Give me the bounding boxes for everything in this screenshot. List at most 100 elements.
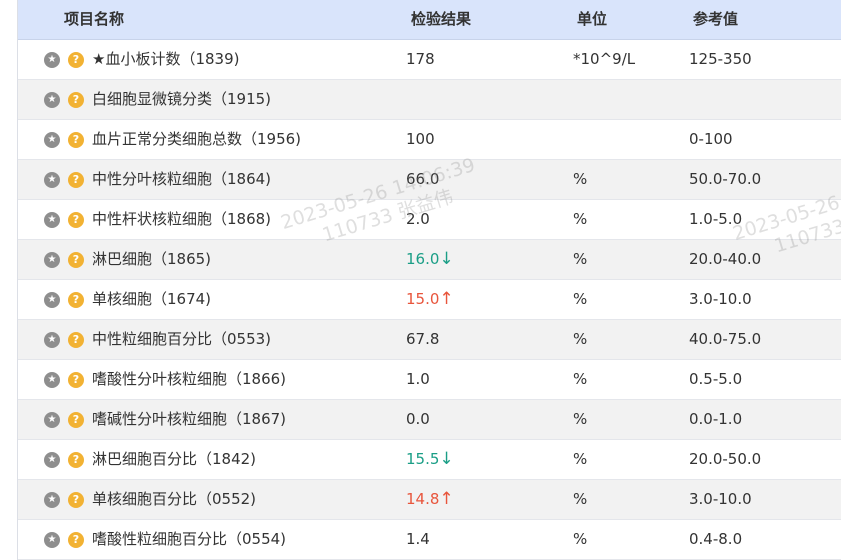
item-name: 中性粒细胞百分比（0553) [92,330,272,348]
result-value: 15.0↑ [406,280,454,319]
star-icon[interactable]: ★ [44,452,60,468]
item-name: 嗜酸性分叶核粒细胞（1866) [92,370,287,388]
result-number: 67.8 [406,330,440,348]
reference-range: 20.0-50.0 [689,450,762,468]
table-row: ★? 嗜酸性分叶核粒细胞（1866) 1.0% 0.5-5.0 [18,360,841,400]
table-header: 项目名称 检验结果 单位 参考值 [18,0,841,40]
result-value: 16.0↓ [406,240,454,279]
question-mark-icon[interactable]: ? [68,292,84,308]
item-name: 淋巴细胞百分比（1842) [92,450,257,468]
star-icon[interactable]: ★ [44,52,60,68]
result-number: 66.0 [406,170,440,188]
result-number: 100 [406,130,435,148]
unit-value: % [573,530,588,548]
item-name: 嗜酸性粒细胞百分比（0554) [92,530,287,548]
result-number: 15.5 [406,450,440,468]
result-value: 0.0 [406,400,430,439]
result-number: 0.0 [406,410,430,428]
arrow-up-icon: ↑ [439,289,454,309]
table-row: ★? 淋巴细胞百分比（1842) 15.5↓% 20.0-50.0 [18,440,841,480]
header-result: 检验结果 [411,10,472,28]
item-name: 中性杆状核粒细胞（1868) [92,210,272,228]
table-row: ★? 单核细胞百分比（0552) 14.8↑% 3.0-10.0 [18,480,841,520]
unit-value: % [573,210,588,228]
result-number: 2.0 [406,210,430,228]
unit-value: % [573,370,588,388]
reference-range: 50.0-70.0 [689,170,762,188]
question-mark-icon[interactable]: ? [68,172,84,188]
star-icon[interactable]: ★ [44,172,60,188]
reference-range: 0-100 [689,130,733,148]
reference-range: 0.4-8.0 [689,530,743,548]
star-icon[interactable]: ★ [44,132,60,148]
item-name: 淋巴细胞（1865) [92,250,212,268]
question-mark-icon[interactable]: ? [68,412,84,428]
unit-value: % [573,490,588,508]
question-mark-icon[interactable]: ? [68,132,84,148]
star-icon[interactable]: ★ [44,492,60,508]
item-name: ★血小板计数（1839) [92,50,240,68]
lab-results-table: 项目名称 检验结果 单位 参考值 ★? ★血小板计数（1839) 178 *10^9/… [17,0,841,560]
star-icon[interactable]: ★ [44,292,60,308]
table-row: ★? 中性分叶核粒细胞（1864) 66.0% 50.0-70.0 [18,160,841,200]
question-mark-icon[interactable]: ? [68,252,84,268]
table-row: ★? 中性杆状核粒细胞（1868) 2.0% 1.0-5.0 [18,200,841,240]
result-value: 1.4 [406,520,430,559]
table-row: ★? 嗜碱性分叶核粒细胞（1867) 0.0% 0.0-1.0 [18,400,841,440]
arrow-down-icon: ↓ [439,449,454,469]
result-value: 66.0 [406,160,439,199]
question-mark-icon[interactable]: ? [68,92,84,108]
table-row: ★? 单核细胞（1674) 15.0↑% 3.0-10.0 [18,280,841,320]
star-icon[interactable]: ★ [44,412,60,428]
star-icon[interactable]: ★ [44,252,60,268]
reference-range: 3.0-10.0 [689,290,752,308]
unit-value: % [573,450,588,468]
result-value: 178 [406,40,435,79]
header-reference: 参考值 [693,10,739,28]
star-icon[interactable]: ★ [44,372,60,388]
question-mark-icon[interactable]: ? [68,452,84,468]
question-mark-icon[interactable]: ? [68,532,84,548]
question-mark-icon[interactable]: ? [68,492,84,508]
star-icon[interactable]: ★ [44,332,60,348]
result-value: 14.8↑ [406,480,454,519]
result-value: 1.0 [406,360,430,399]
question-mark-icon[interactable]: ? [68,212,84,228]
result-value: 15.5↓ [406,440,454,479]
item-name: 单核细胞百分比（0552) [92,490,257,508]
header-item-name: 项目名称 [64,10,125,28]
table-row: ★? 淋巴细胞（1865) 16.0↓% 20.0-40.0 [18,240,841,280]
unit-value: *10^9/L [573,50,636,68]
question-mark-icon[interactable]: ? [68,332,84,348]
unit-value: % [573,250,588,268]
reference-range: 40.0-75.0 [689,330,762,348]
unit-value: % [573,330,588,348]
star-icon[interactable]: ★ [44,532,60,548]
item-name: 中性分叶核粒细胞（1864) [92,170,272,188]
item-name: 白细胞显微镜分类（1915) [92,90,272,108]
question-mark-icon[interactable]: ? [68,52,84,68]
reference-range: 0.5-5.0 [689,370,743,388]
table-row: ★? 白细胞显微镜分类（1915) [18,80,841,120]
result-value: 2.0 [406,200,430,239]
item-name: 血片正常分类细胞总数（1956) [92,130,302,148]
item-name: 单核细胞（1674) [92,290,212,308]
reference-range: 1.0-5.0 [689,210,743,228]
star-icon[interactable]: ★ [44,212,60,228]
question-mark-icon[interactable]: ? [68,372,84,388]
unit-value: % [573,170,588,188]
table-row: ★? 中性粒细胞百分比（0553) 67.8% 40.0-75.0 [18,320,841,360]
reference-range: 3.0-10.0 [689,490,752,508]
table-body: ★? ★血小板计数（1839) 178 *10^9/L 125-350 ★? 白细胞显微镜分… [18,40,841,560]
result-value: 100 [406,120,435,159]
star-icon[interactable]: ★ [44,92,60,108]
table-row: ★? 嗜酸性粒细胞百分比（0554) 1.4% 0.4-8.0 [18,520,841,560]
table-row: ★? ★血小板计数（1839) 178 *10^9/L 125-350 [18,40,841,80]
unit-value: % [573,290,588,308]
arrow-up-icon: ↑ [439,489,454,509]
result-number: 15.0 [406,290,440,308]
result-number: 1.0 [406,370,430,388]
result-value: 67.8 [406,320,439,359]
reference-range: 0.0-1.0 [689,410,743,428]
unit-value: % [573,410,588,428]
